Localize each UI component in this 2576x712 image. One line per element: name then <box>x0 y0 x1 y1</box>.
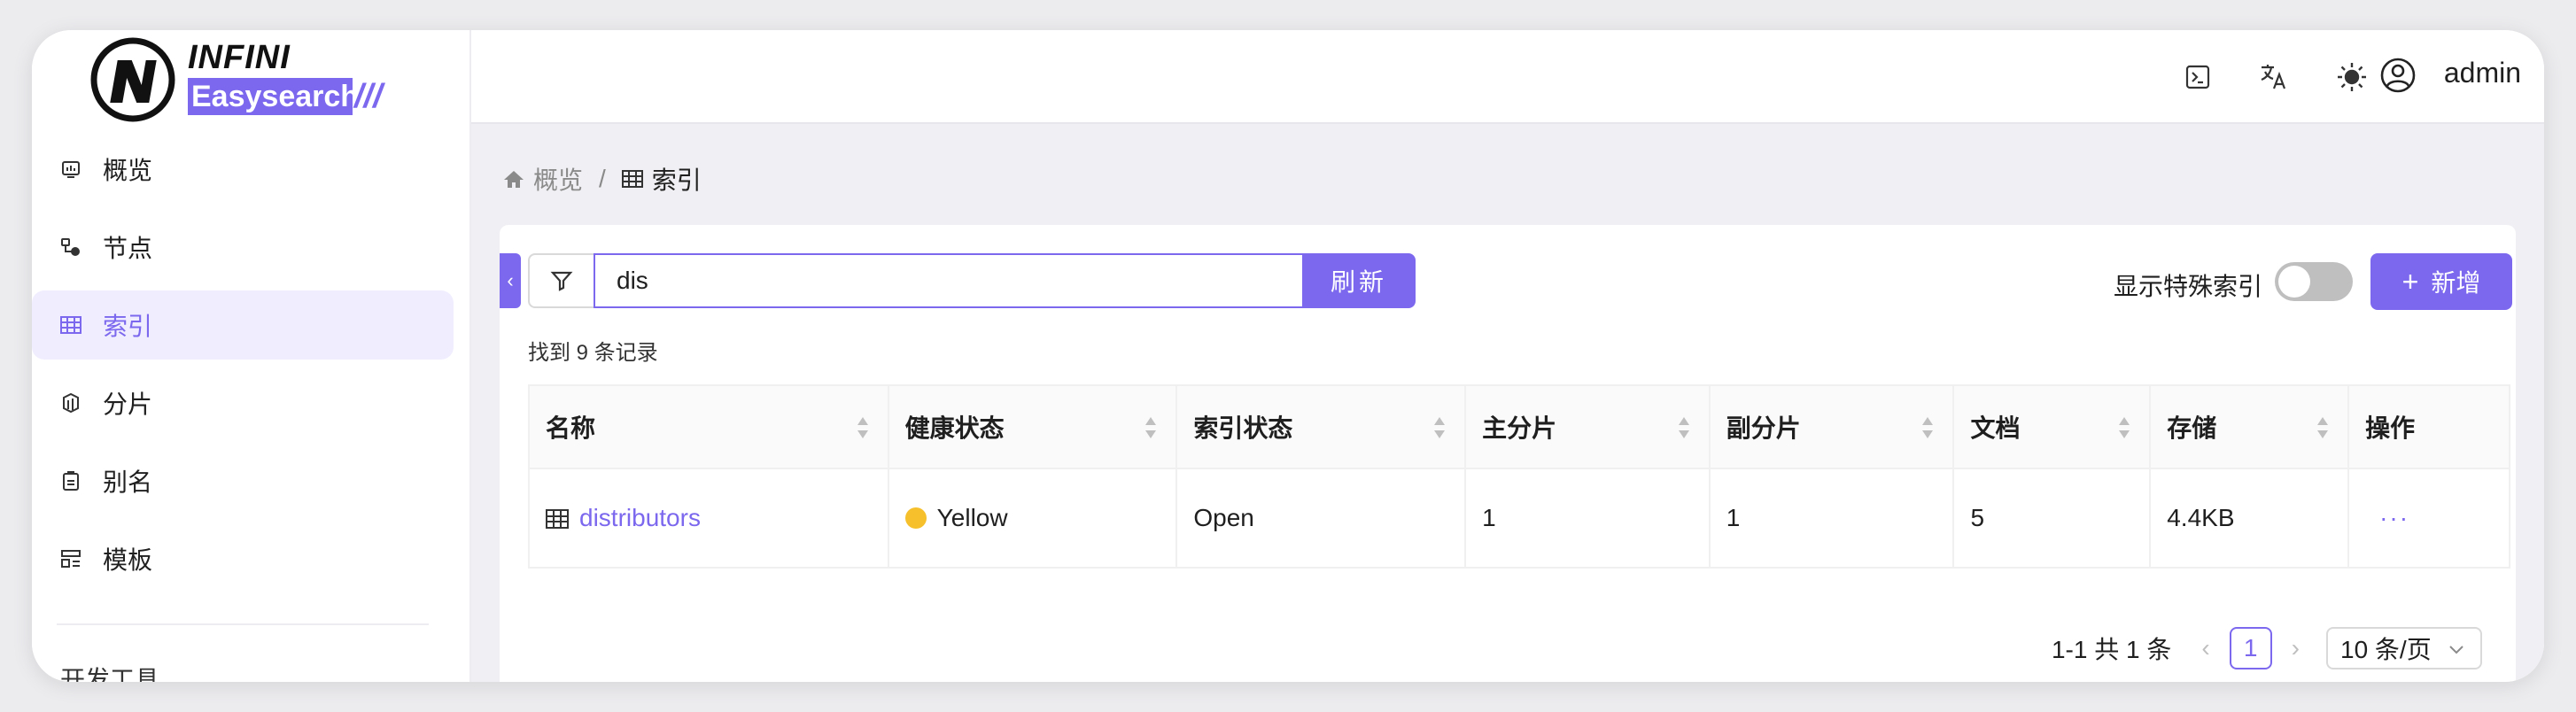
column-header-storage[interactable]: 存储 <box>2150 385 2350 469</box>
cell-status: Open <box>1176 468 1467 568</box>
logo[interactable]: INFINI Easysearch /// <box>89 34 407 122</box>
table-icon <box>60 314 81 336</box>
page-size-value: 10 条/页 <box>2340 636 2432 663</box>
column-header-health[interactable]: 健康状态 <box>888 385 1178 469</box>
prev-page-icon[interactable]: ‹ <box>2201 634 2209 662</box>
index-table: 名称 健康状态 索引状态 主分片 副分片 文档 存储 操作 distributo… <box>528 384 2510 569</box>
dashboard-icon <box>60 159 81 180</box>
column-header-replica[interactable]: 副分片 <box>1709 385 1955 469</box>
user-name[interactable]: admin <box>2444 57 2521 89</box>
cell-health: Yellow <box>888 468 1178 568</box>
sidebar-item-overview[interactable]: 概览 <box>32 135 454 204</box>
sidebar-item-shards[interactable]: 分片 <box>32 368 454 437</box>
template-icon <box>60 548 81 569</box>
plus-icon: + <box>2401 265 2419 298</box>
alias-icon <box>60 470 81 491</box>
table-icon <box>546 509 569 529</box>
logo-text-easysearch: Easysearch <box>188 78 359 115</box>
refresh-button[interactable]: 刷新 <box>1302 253 1416 308</box>
column-header-docs[interactable]: 文档 <box>1953 385 2152 469</box>
sidebar-item-aliases[interactable]: 别名 <box>32 446 454 515</box>
special-index-label: 显示特殊索引 <box>2114 273 2263 300</box>
chevron-left-icon: ‹ <box>507 269 514 291</box>
index-name-link[interactable]: distributors <box>579 504 701 531</box>
add-index-button[interactable]: + 新增 <box>2370 253 2512 310</box>
filter-button[interactable] <box>528 253 594 308</box>
column-header-primary[interactable]: 主分片 <box>1465 385 1711 469</box>
cell-name[interactable]: distributors <box>529 468 889 568</box>
table-icon <box>621 170 643 188</box>
pagination-summary: 1-1 共 1 条 <box>2051 636 2172 663</box>
top-header: admin <box>471 30 2544 124</box>
sort-icon <box>2119 417 2130 438</box>
sidebar-item-label: 模板 <box>103 546 153 574</box>
sidebar-item-label: 概览 <box>103 157 153 184</box>
console-icon[interactable] <box>2181 60 2215 94</box>
sort-icon <box>857 417 868 438</box>
cell-storage: 4.4KB <box>2150 468 2350 568</box>
more-actions-icon[interactable]: ··· <box>2365 504 2409 531</box>
shards-icon <box>60 392 81 414</box>
breadcrumb: 概览 / 索引 <box>503 161 702 197</box>
cell-primary: 1 <box>1465 468 1711 568</box>
page-size-select[interactable]: 10 条/页 <box>2326 627 2482 669</box>
sidebar-item-indices[interactable]: 索引 <box>32 290 454 360</box>
cell-docs: 5 <box>1953 468 2152 568</box>
sidebar-item-label: 别名 <box>103 468 153 496</box>
sort-icon <box>1678 417 1689 438</box>
pagination: 1-1 共 1 条 ‹ 1 › 10 条/页 <box>2052 627 2482 669</box>
home-icon <box>504 171 524 188</box>
theme-sun-icon[interactable] <box>2335 60 2369 94</box>
next-page-icon[interactable]: › <box>2292 634 2300 662</box>
sort-icon <box>2317 417 2329 438</box>
sort-icon <box>1145 417 1157 438</box>
chevron-down-icon <box>2449 646 2463 654</box>
health-dot-icon <box>904 507 927 529</box>
breadcrumb-separator: / <box>599 165 606 192</box>
breadcrumb-current: 索引 <box>651 166 702 194</box>
column-header-status[interactable]: 索引状态 <box>1176 385 1467 469</box>
sidebar-item-nodes[interactable]: 节点 <box>32 213 454 282</box>
collapse-panel-button[interactable]: ‹ <box>500 253 521 308</box>
user-avatar-icon[interactable] <box>2379 57 2417 94</box>
logo-slashes: /// <box>354 78 383 115</box>
logo-text-infini: INFINI <box>188 39 291 76</box>
cell-replica: 1 <box>1709 468 1955 568</box>
special-index-toggle[interactable] <box>2275 262 2353 301</box>
app-window: INFINI Easysearch /// 概览 节点 索引 分片 别名 模板 … <box>32 30 2544 682</box>
cell-actions: ··· <box>2348 468 2510 568</box>
logo-mark-icon <box>90 37 175 122</box>
sort-icon <box>1434 417 1446 438</box>
toggle-knob <box>2278 266 2310 298</box>
sidebar-item-label: 索引 <box>103 313 153 340</box>
add-button-label: 新增 <box>2431 269 2481 297</box>
translate-icon[interactable] <box>2257 60 2291 94</box>
index-list-card: ‹ 刷新 显示特殊索引 + 新增 找到 9 条记录 名称 健康状态 <box>500 225 2516 682</box>
sidebar-item-devtools-partial[interactable]: 开发工具 <box>60 661 159 682</box>
table-header-row: 名称 健康状态 索引状态 主分片 副分片 文档 存储 操作 <box>529 385 2510 469</box>
main-content: 概览 / 索引 ‹ 刷新 显示特殊索引 + 新增 找到 9 条记录 <box>471 124 2544 682</box>
breadcrumb-home[interactable]: 概览 <box>533 161 583 197</box>
sidebar-item-label: 节点 <box>103 235 153 262</box>
column-header-actions: 操作 <box>2348 385 2510 469</box>
sidebar-item-label: 分片 <box>103 391 153 418</box>
sidebar-item-templates[interactable]: 模板 <box>32 524 454 593</box>
nodes-icon <box>60 236 81 258</box>
page-number-current[interactable]: 1 <box>2229 627 2272 669</box>
sidebar: INFINI Easysearch /// 概览 节点 索引 分片 别名 模板 … <box>32 30 471 682</box>
table-row: distributors Yellow Open 1 1 5 4.4KB ··· <box>529 468 2510 568</box>
search-input[interactable] <box>594 253 1304 308</box>
filter-icon <box>550 271 573 291</box>
sort-icon <box>1922 417 1934 438</box>
sidebar-divider <box>57 623 429 625</box>
record-count: 找到 9 条记录 <box>528 341 658 365</box>
column-header-name[interactable]: 名称 <box>529 385 889 469</box>
